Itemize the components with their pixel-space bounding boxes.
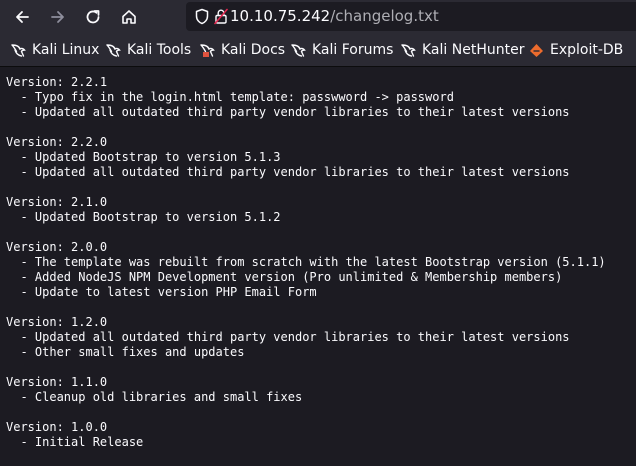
address-bar[interactable]: 10.10.75.242/changelog.txt — [186, 2, 636, 31]
bookmark-label: Kali NetHunter — [422, 42, 525, 58]
back-arrow-icon — [16, 11, 29, 23]
home-icon — [122, 10, 136, 24]
kali-dragon-icon — [291, 43, 306, 57]
bookmark-label: Kali Linux — [32, 42, 100, 58]
bookmark-kali-docs[interactable]: Kali Docs — [199, 34, 285, 66]
reload-button[interactable] — [80, 4, 106, 30]
bookmarks-toolbar: Kali Linux Kali Tools Kali Docs Kali For… — [0, 34, 636, 67]
forward-button[interactable] — [45, 4, 71, 30]
home-button[interactable] — [116, 4, 142, 30]
bookmark-exploit-db[interactable]: Exploit-DB — [528, 34, 623, 66]
back-button[interactable] — [9, 4, 35, 30]
bookmark-label: Kali Docs — [221, 42, 286, 58]
browser-toolbar: 10.10.75.242/changelog.txt — [0, 0, 636, 34]
exploit-db-icon — [530, 43, 543, 57]
bookmark-label: Kali Forums — [312, 42, 394, 58]
shield-icon[interactable] — [194, 8, 210, 25]
kali-dragon-icon — [11, 43, 26, 57]
insecure-lock-icon[interactable] — [214, 8, 228, 25]
bookmark-kali-forums[interactable]: Kali Forums — [290, 34, 393, 66]
reload-icon — [86, 10, 100, 24]
bookmark-label: Exploit-DB — [550, 42, 624, 58]
bookmark-kali-linux[interactable]: Kali Linux — [10, 34, 99, 66]
url-path: /changelog.txt — [330, 7, 439, 25]
kali-docs-icon — [200, 43, 215, 57]
kali-dragon-icon — [401, 43, 416, 57]
bookmark-kali-nethunter[interactable]: Kali NetHunter — [400, 34, 524, 66]
url-text[interactable]: 10.10.75.242/changelog.txt — [230, 2, 439, 31]
bookmark-kali-tools[interactable]: Kali Tools — [105, 34, 191, 66]
bookmark-label: Kali Tools — [127, 42, 192, 58]
url-host: 10.10.75.242 — [230, 7, 331, 25]
forward-arrow-icon — [51, 11, 64, 23]
changelog-text: Version: 2.2.1 - Typo fix in the login.h… — [6, 75, 606, 449]
kali-dragon-icon — [106, 43, 121, 57]
